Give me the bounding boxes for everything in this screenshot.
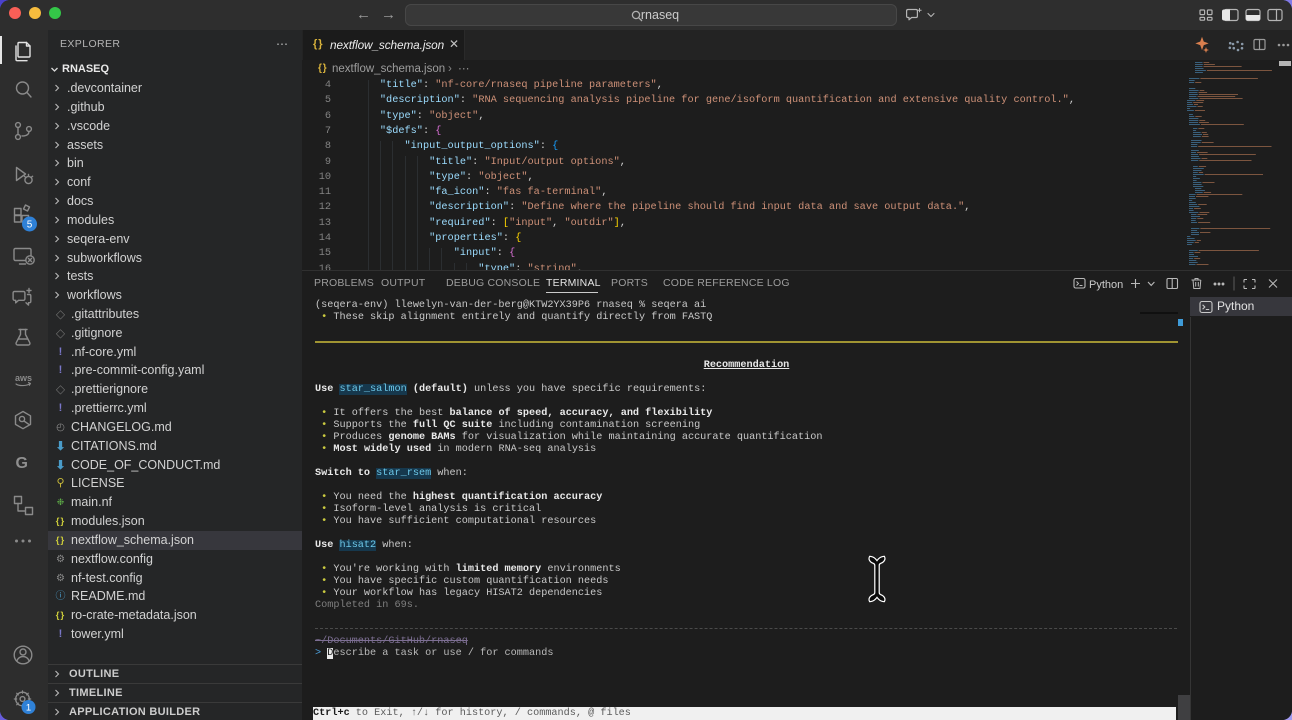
svg-text:Python: Python <box>1089 279 1123 291</box>
svg-text:aws: aws <box>15 373 32 383</box>
svg-text:5: 5 <box>27 220 33 231</box>
svg-text:1: 1 <box>26 703 31 714</box>
svg-text:G: G <box>16 455 28 472</box>
